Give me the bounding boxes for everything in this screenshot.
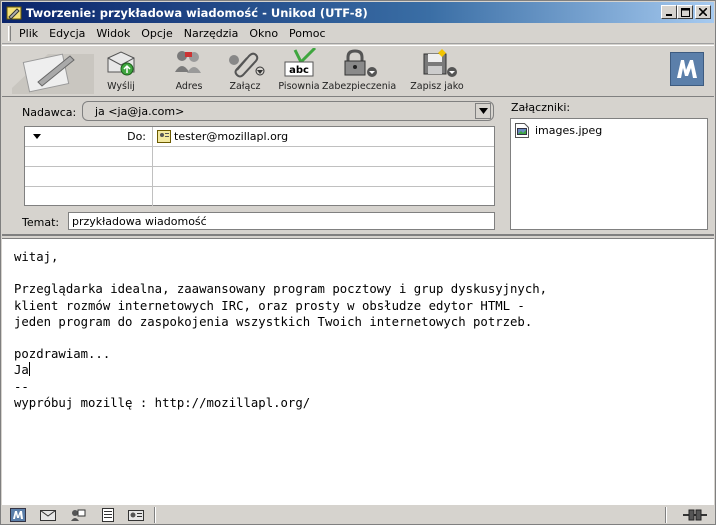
body-text-after-cursor: -- wypróbuj mozillę : http://mozillapl.o… bbox=[14, 379, 311, 410]
maximize-icon bbox=[680, 7, 690, 17]
menu-okno[interactable]: Okno bbox=[249, 27, 278, 40]
window-controls bbox=[661, 5, 711, 19]
menu-bar: Plik Edycja Widok Opcje Narzędzia Okno P… bbox=[2, 24, 714, 44]
attach-icon bbox=[229, 52, 265, 78]
menu-opcje[interactable]: Opcje bbox=[141, 27, 173, 40]
sender-select[interactable]: ja <ja@ja.com> bbox=[82, 101, 494, 121]
close-icon bbox=[699, 8, 707, 16]
minimize-icon bbox=[666, 14, 672, 16]
sender-label: Nadawca: bbox=[22, 106, 77, 119]
save-as-button-label: Zapisz jako bbox=[410, 81, 464, 92]
attachment-name: images.jpeg bbox=[535, 124, 603, 137]
status-bar bbox=[2, 504, 714, 524]
address-card-icon bbox=[157, 130, 171, 143]
address-icon bbox=[175, 51, 201, 73]
navigator-icon[interactable] bbox=[10, 508, 26, 522]
recipient-type-label: Do: bbox=[127, 130, 146, 143]
security-button[interactable]: Zabezpieczenia bbox=[322, 48, 397, 96]
security-icon bbox=[344, 49, 377, 77]
mozilla-throbber-icon[interactable] bbox=[670, 52, 704, 86]
send-button-label: Wyślij bbox=[107, 81, 135, 92]
online-status-icon[interactable] bbox=[682, 508, 708, 522]
subject-input[interactable]: przykładowa wiadomość bbox=[68, 212, 495, 230]
address-book-icon[interactable] bbox=[128, 508, 144, 522]
window-title: Tworzenie: przykładowa wiadomość - Uniko… bbox=[26, 5, 368, 20]
security-button-label: Zabezpieczenia bbox=[322, 81, 397, 92]
compose-headers: Nadawca: ja <ja@ja.com> Do: tester@mozil… bbox=[2, 98, 714, 236]
attachments-list[interactable]: images.jpeg bbox=[510, 118, 708, 230]
compose-toolbar: Wyślij Adres Załącz abc Pisownia Zabezpi… bbox=[2, 45, 714, 97]
recipient-type-cell[interactable] bbox=[25, 147, 153, 166]
recipient-address[interactable]: tester@mozillapl.org bbox=[157, 127, 288, 146]
sender-dropdown-button[interactable] bbox=[475, 103, 491, 119]
menu-pomoc[interactable]: Pomoc bbox=[289, 27, 325, 40]
compose-window: Tworzenie: przykładowa wiadomość - Uniko… bbox=[0, 0, 716, 525]
menu-widok[interactable]: Widok bbox=[96, 27, 130, 40]
sender-value: ja <ja@ja.com> bbox=[95, 104, 185, 118]
recipients-table: Do: tester@mozillapl.org bbox=[24, 126, 495, 206]
chevron-down-icon bbox=[33, 134, 41, 139]
mozilla-m-icon bbox=[677, 60, 697, 78]
message-body-editor[interactable]: witaj, Przeglądarka idealna, zaawansowan… bbox=[2, 238, 714, 504]
attachments-label: Załączniki: bbox=[511, 101, 571, 114]
chevron-down-icon bbox=[478, 108, 488, 114]
recipient-row-empty[interactable] bbox=[25, 167, 494, 187]
recipient-row-empty[interactable] bbox=[25, 187, 494, 207]
mail-icon[interactable] bbox=[40, 508, 56, 522]
chat-icon[interactable] bbox=[70, 508, 86, 522]
composer-icon[interactable] bbox=[100, 508, 116, 522]
body-text-before-cursor: witaj, Przeglądarka idealna, zaawansowan… bbox=[14, 250, 548, 378]
spelling-icon: abc bbox=[284, 48, 317, 77]
toolbar-banner-icon bbox=[12, 53, 94, 94]
text-cursor bbox=[28, 362, 30, 377]
save-icon bbox=[423, 49, 457, 77]
attachment-item[interactable]: images.jpeg bbox=[515, 123, 602, 138]
recipient-row[interactable]: Do: tester@mozillapl.org bbox=[25, 127, 494, 147]
menu-narzedzia[interactable]: Narzędzia bbox=[184, 27, 239, 40]
maximize-button[interactable] bbox=[677, 5, 693, 19]
recipient-type-select[interactable]: Do: bbox=[25, 127, 153, 146]
image-file-icon bbox=[515, 123, 529, 138]
svg-text:abc: abc bbox=[289, 65, 309, 76]
minimize-button[interactable] bbox=[661, 5, 677, 19]
status-separator bbox=[665, 507, 667, 523]
save-as-button[interactable]: Zapisz jako bbox=[402, 48, 472, 96]
send-button[interactable]: Wyślij bbox=[86, 48, 156, 96]
compose-app-icon bbox=[6, 6, 22, 20]
recipient-row-empty[interactable] bbox=[25, 147, 494, 167]
subject-label: Temat: bbox=[22, 216, 60, 229]
recipient-address-text: tester@mozillapl.org bbox=[174, 130, 289, 143]
close-button[interactable] bbox=[695, 5, 711, 19]
recipient-type-cell[interactable] bbox=[25, 167, 153, 186]
menu-plik[interactable]: Plik bbox=[19, 27, 38, 40]
menu-grip[interactable] bbox=[8, 26, 11, 41]
send-icon bbox=[107, 51, 135, 76]
menu-edycja[interactable]: Edycja bbox=[49, 27, 85, 40]
recipient-type-cell[interactable] bbox=[25, 187, 153, 206]
title-bar[interactable]: Tworzenie: przykładowa wiadomość - Uniko… bbox=[2, 2, 714, 23]
status-separator bbox=[154, 507, 156, 523]
message-body-text[interactable]: witaj, Przeglądarka idealna, zaawansowan… bbox=[14, 249, 714, 411]
